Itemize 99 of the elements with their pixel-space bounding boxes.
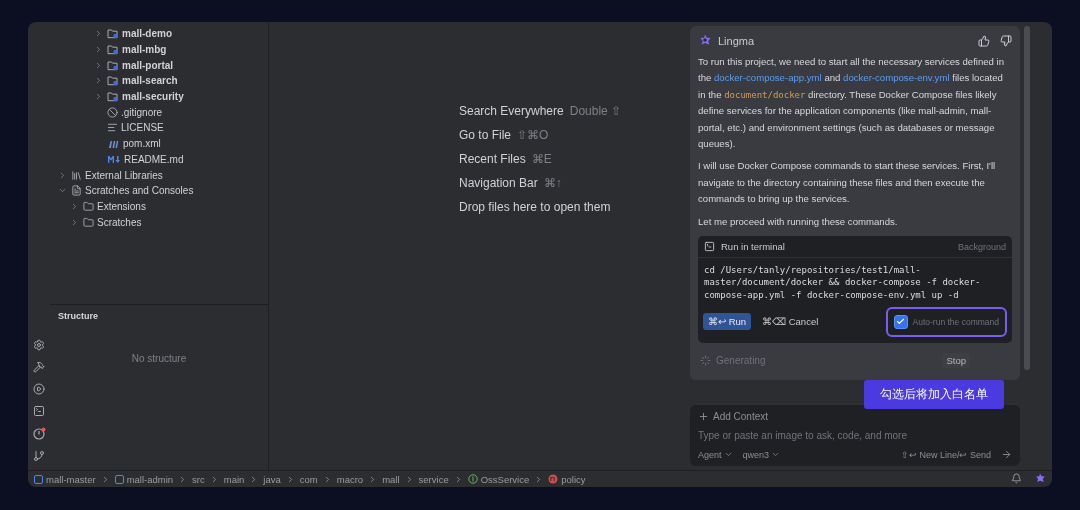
module-folder-icon [107, 44, 119, 56]
shortcut: ⌘↑ [543, 176, 562, 190]
breadcrumb[interactable]: com [299, 473, 318, 485]
module-folder-icon [107, 75, 119, 87]
tree-item[interactable]: pom.xml [123, 138, 161, 150]
shortcut: Double ⇧ [569, 104, 622, 118]
tree-item[interactable]: mall-demo [122, 28, 172, 40]
bell-icon[interactable] [1011, 473, 1022, 485]
chat-input-field[interactable]: Type or paste an image to ask, code, and more [698, 428, 1012, 443]
breadcrumb[interactable]: service [418, 473, 449, 485]
tree-item[interactable]: mall-portal [122, 59, 174, 71]
add-context-button[interactable]: Add Context [698, 411, 769, 422]
breadcrumb[interactable]: java [263, 473, 281, 485]
folder-icon [83, 200, 94, 212]
star-logo-icon[interactable] [1034, 473, 1046, 485]
tree-item[interactable]: LICENSE [121, 122, 164, 134]
keyboard-hint: ⇧↩ New Line/↩ Send [900, 449, 991, 460]
tree-item[interactable]: Extensions [97, 200, 146, 212]
terminal-icon[interactable] [33, 405, 45, 417]
hint-label: Search Everywhere [459, 104, 564, 118]
module-icon [34, 474, 43, 484]
method-icon [548, 474, 559, 484]
run-icon[interactable] [33, 383, 45, 395]
shortcut: ⌘E [531, 152, 552, 166]
services-icon[interactable] [33, 339, 45, 351]
checkbox-label: Auto-run the command [912, 316, 999, 327]
status-text: Generating [716, 354, 766, 366]
file-link[interactable]: docker-compose-app.yml [714, 72, 822, 84]
tree-item[interactable]: .gitignore [121, 106, 163, 118]
chevron-right-icon[interactable] [94, 29, 103, 39]
chevron-right-icon[interactable] [94, 45, 103, 55]
markdown-icon [107, 154, 121, 164]
problems-icon[interactable] [32, 427, 46, 440]
library-icon [71, 169, 82, 181]
run-button[interactable]: ⌘↩ Run [703, 313, 752, 331]
thumbs-down-icon[interactable] [1000, 35, 1012, 47]
shortcut: ⇧⌘O [517, 128, 549, 142]
assistant-name: Lingma [718, 35, 755, 47]
terminal-title: Run in terminal [721, 241, 785, 253]
breadcrumb[interactable]: main [223, 473, 245, 485]
folder-icon [83, 216, 94, 228]
cancel-button[interactable]: ⌘⌫ Cancel [757, 313, 824, 331]
module-folder-icon [107, 28, 119, 40]
git-branch-icon[interactable] [33, 450, 45, 462]
hint-label: Go to File [459, 128, 512, 142]
tree-item[interactable]: Scratches [97, 216, 142, 228]
module-folder-icon [107, 91, 119, 103]
breadcrumb[interactable]: src [192, 473, 205, 485]
ignore-icon [107, 106, 118, 118]
module-folder-icon [107, 59, 119, 71]
plus-icon [698, 411, 709, 422]
module-icon [114, 474, 124, 484]
interface-icon [467, 474, 478, 484]
mode-label: Background [957, 241, 1006, 252]
chevron-right-icon[interactable] [94, 76, 103, 86]
hint-label: Navigation Bar [459, 176, 538, 190]
chevron-right-icon[interactable] [94, 92, 103, 102]
chevron-right-icon[interactable] [70, 201, 79, 211]
breadcrumb[interactable]: mall-admin [114, 473, 174, 485]
chevron-right-icon[interactable] [70, 217, 79, 227]
message-paragraph: I will use Docker Compose commands to start these services. First, I'll navigate to the directory containing these files and then execute the commands to bring up the services. [698, 159, 997, 207]
tree-item[interactable]: Scratches and Consoles [85, 185, 194, 197]
file-link[interactable]: docker-compose-env.yml [843, 72, 950, 84]
terminal-icon [704, 241, 715, 253]
check-icon [896, 317, 906, 327]
chevron-right-icon[interactable] [94, 60, 103, 70]
thumbs-up-icon[interactable] [978, 35, 990, 47]
chevron-down-icon [771, 450, 781, 459]
send-arrow-icon[interactable] [1001, 449, 1012, 460]
panel-title: Structure [57, 310, 99, 323]
maven-icon [107, 138, 120, 149]
command-text: cd /Users/tanly/repositories/test1/mall-master/document/docker && docker-compose -f docker-compose-app.yml -f docker-compose-env.yml up -d [703, 264, 982, 302]
chevron-down-icon [723, 450, 733, 459]
tree-item[interactable]: mall-search [122, 75, 178, 87]
chevron-right-icon[interactable] [58, 170, 67, 180]
tree-item[interactable]: mall-mbg [122, 44, 167, 56]
tooltip: 勾选后将加入白名单 [864, 380, 1004, 409]
tree-item[interactable]: External Libraries [85, 169, 163, 181]
tree-item[interactable]: mall-security [122, 91, 184, 103]
hint-label: Drop files here to open them [459, 200, 611, 214]
text-file-icon [107, 122, 118, 134]
hammer-icon[interactable] [33, 361, 45, 373]
breadcrumb[interactable]: macro [336, 473, 364, 485]
mode-dropdown[interactable]: Agent [698, 449, 733, 460]
breadcrumb[interactable]: OssService [467, 473, 530, 485]
breadcrumb[interactable]: policy [548, 473, 586, 485]
breadcrumb[interactable]: mall [382, 473, 400, 485]
model-dropdown[interactable]: qwen3 [742, 449, 781, 460]
scratches-icon [71, 185, 82, 197]
empty-message: No structure [131, 353, 187, 364]
breadcrumb[interactable]: mall-master [34, 473, 96, 485]
tree-item[interactable]: README.md [124, 153, 184, 165]
checkbox[interactable] [893, 314, 908, 329]
inline-code: document/docker [724, 89, 806, 100]
spinner-icon [700, 354, 711, 366]
message-paragraph: Let me proceed with running these commands. [698, 214, 899, 229]
hint-label: Recent Files [459, 152, 526, 166]
message-paragraph: To run this project, we need to start all the necessary services defined in the docker-compose-app.yml and docker-compose-env.yml files located in the document/docker directory. These Docker Compose files likely define services for the application components (like mall-admin, mall-portal, etc.) and environment settings (such as databases or message queues). [698, 55, 1006, 152]
stop-button[interactable]: Stop [942, 352, 970, 368]
